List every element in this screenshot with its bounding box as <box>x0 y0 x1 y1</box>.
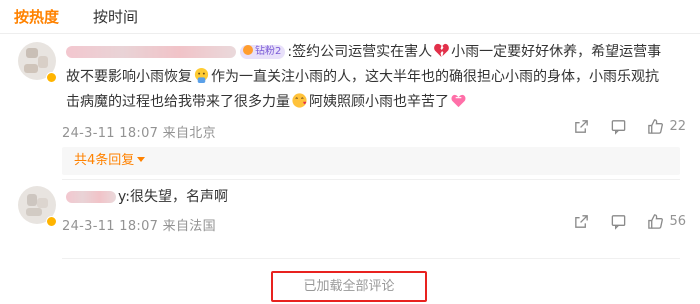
blurred-username[interactable] <box>66 191 116 203</box>
comment-divider <box>62 258 680 259</box>
comment-divider <box>62 179 680 180</box>
kiss-emoji-icon <box>292 93 307 108</box>
fan-level-label: 钻粉2 <box>255 46 282 57</box>
all-comments-loaded-notice: 已加载全部评论 <box>271 271 427 302</box>
comment-icon <box>612 215 626 230</box>
like-count: 56 <box>669 214 686 229</box>
replies-box: 共4条回复 <box>62 147 680 175</box>
comment-text: 钻粉2:签约公司运营实在害人 小雨一定要好好休养，希望运营事故不要影响小雨恢复 作为… <box>66 40 670 115</box>
tab-by-time[interactable]: 按时间 <box>93 6 138 28</box>
heart-gift-icon <box>451 94 466 108</box>
comment-actions: 22 <box>573 118 686 135</box>
thumbs-up-icon <box>648 214 664 229</box>
like-button[interactable]: 22 <box>647 118 686 135</box>
verified-badge-icon <box>46 216 57 227</box>
like-count: 22 <box>669 119 686 134</box>
sort-tabs: 按热度 按时间 <box>14 6 138 28</box>
like-button[interactable]: 56 <box>647 213 686 230</box>
share-icon <box>575 215 589 228</box>
caret-down-icon <box>137 157 146 162</box>
comment-text-part: 阿姨照顾小雨也辛苦了 <box>309 94 449 110</box>
share-button[interactable] <box>573 118 590 135</box>
broken-heart-icon <box>434 43 449 58</box>
verified-badge-icon <box>46 72 57 83</box>
comment-actions: 56 <box>573 213 686 230</box>
fan-level-badge: 钻粉2 <box>240 45 286 59</box>
tab-by-hot[interactable]: 按热度 <box>14 6 59 28</box>
comment-icon <box>612 120 626 135</box>
comment-text: y:很失望，名声啊 <box>66 185 670 210</box>
comment-button[interactable] <box>610 213 627 230</box>
comment-text-part: :很失望，名声啊 <box>125 189 228 205</box>
replies-label: 共4条回复 <box>74 153 135 168</box>
comment-meta: 24-3-11 18:07 来自北京 <box>62 126 216 141</box>
blurred-username[interactable] <box>66 46 236 58</box>
thumbs-up-icon <box>648 119 664 134</box>
view-replies-link[interactable]: 共4条回复 <box>74 151 146 171</box>
comment-meta: 24-3-11 18:07 来自法国 <box>62 219 216 234</box>
fan-level-icon <box>243 45 253 55</box>
share-icon <box>575 120 589 133</box>
comment-text-part: :签约公司运营实在害人 <box>287 44 433 60</box>
comment-button[interactable] <box>610 118 627 135</box>
tabs-divider <box>0 33 700 34</box>
share-button[interactable] <box>573 213 590 230</box>
praying-emoji-icon <box>194 67 209 84</box>
